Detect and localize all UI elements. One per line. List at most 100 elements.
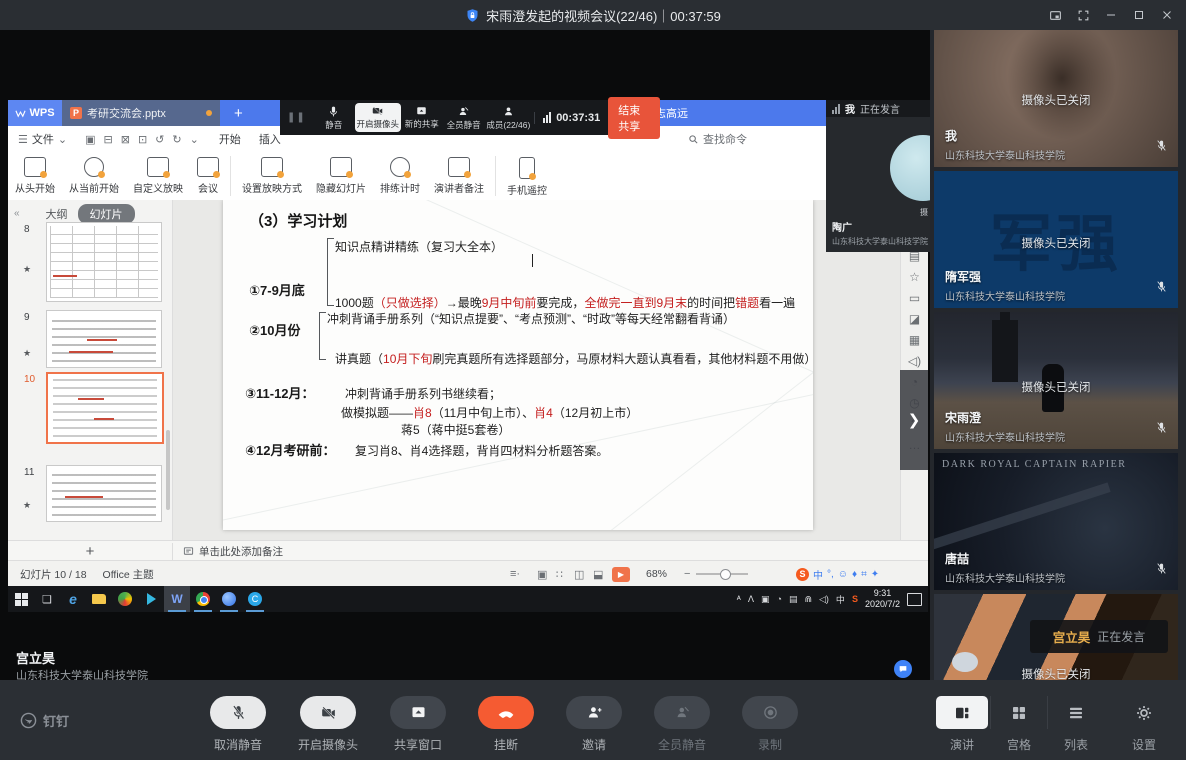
hangup-button[interactable]: 挂断 bbox=[478, 696, 534, 753]
sidebar-collapse-handle[interactable]: ❯ bbox=[900, 370, 928, 470]
floatbar-camera-button[interactable]: 开启摄像头 bbox=[355, 103, 401, 132]
ribbon-hide-slide[interactable]: 隐藏幻灯片 bbox=[309, 152, 373, 195]
ribbon-custom-show[interactable]: 自定义放映 bbox=[126, 152, 190, 195]
ribbon-from-current[interactable]: 从当前开始 bbox=[62, 152, 126, 195]
print-icon[interactable]: ⊠ bbox=[121, 133, 130, 146]
tray-sogou-icon[interactable]: S bbox=[852, 594, 858, 604]
view-grid-button[interactable]: 宫格 bbox=[991, 696, 1047, 753]
slide-thumbnail-8[interactable] bbox=[46, 222, 162, 302]
floatbar-members-button[interactable]: 成员(22/46) bbox=[485, 105, 533, 131]
dingtalk-taskbar-icon[interactable]: C bbox=[242, 586, 268, 612]
drag-handle[interactable]: ❚❚ bbox=[287, 112, 306, 123]
invite-button[interactable]: 邀请 bbox=[566, 696, 622, 753]
minimize-icon[interactable] bbox=[1100, 4, 1122, 26]
ime-punct-icon[interactable]: °, bbox=[827, 569, 834, 580]
ribbon-from-beginning[interactable]: 从头开始 bbox=[8, 152, 62, 195]
video-tile-songyucheng[interactable]: 摄像头已关闭 宋雨澄 山东科技大学泰山科技学院 bbox=[934, 312, 1178, 449]
people-tray-icon[interactable]: ᴬ bbox=[737, 594, 741, 604]
wps-taskbar-icon[interactable]: W bbox=[164, 586, 190, 612]
slide-canvas[interactable]: （3）学习计划 ①7-9月底 知识点精讲精练（复习大全本） 1000题（只做选择… bbox=[173, 200, 900, 540]
edge-icon[interactable]: e bbox=[60, 586, 86, 612]
redo-icon[interactable]: ↻ bbox=[172, 133, 181, 146]
floatbar-mute-button[interactable]: 静音 bbox=[313, 105, 355, 131]
wps-menu-home[interactable]: 开始 bbox=[219, 131, 241, 147]
undo-icon[interactable]: ↺ bbox=[155, 133, 164, 146]
zoom-percent[interactable]: 68% bbox=[646, 568, 667, 580]
rail-edit-icon[interactable]: ◪ bbox=[909, 313, 920, 325]
view-sorter-icon[interactable]: ∷ bbox=[556, 568, 563, 581]
wps-new-tab-button[interactable]: + bbox=[234, 105, 243, 122]
panel-tab-slides[interactable]: 幻灯片 bbox=[78, 204, 135, 224]
more-tools-icon[interactable]: ⌄ bbox=[190, 133, 199, 146]
panel-scrollbar[interactable] bbox=[166, 430, 170, 510]
tray-ime-icon[interactable]: 中 bbox=[836, 593, 845, 606]
settings-button[interactable]: 设置 bbox=[1116, 696, 1172, 753]
rail-image-icon[interactable]: ▦ bbox=[909, 334, 920, 346]
panel-tab-outline[interactable]: 大纲 bbox=[46, 206, 68, 222]
close-icon[interactable] bbox=[1156, 4, 1178, 26]
view-speaker-button[interactable]: 演讲 bbox=[934, 696, 990, 753]
ime-mic-icon[interactable]: ♦ bbox=[852, 569, 857, 580]
ribbon-setup-show[interactable]: 设置放映方式 bbox=[235, 152, 309, 195]
view-normal-icon[interactable]: ▣ bbox=[537, 568, 547, 581]
theme-name[interactable]: Office 主题 bbox=[103, 567, 154, 582]
notes-toggle-icon[interactable]: ≡· bbox=[510, 568, 520, 580]
video-app-icon[interactable] bbox=[138, 586, 164, 612]
slide-thumbnail-11[interactable] bbox=[46, 465, 162, 522]
zoom-out-icon[interactable]: − bbox=[684, 568, 690, 580]
browser-blue-icon[interactable] bbox=[216, 586, 242, 612]
slide-thumbnail-9[interactable] bbox=[46, 310, 162, 368]
add-slide-button[interactable]: + bbox=[8, 543, 173, 560]
slideshow-play-button[interactable]: ▶ bbox=[612, 567, 630, 582]
collapse-panel-icon[interactable]: « bbox=[14, 208, 20, 219]
notes-placeholder-row[interactable]: 单击此处添加备注 bbox=[183, 544, 283, 559]
file-explorer-icon[interactable] bbox=[86, 586, 112, 612]
video-tile-tangzhe[interactable]: DARK ROYAL CAPTAIN RAPIER 唐喆 山东科技大学泰山科技学… bbox=[934, 453, 1178, 590]
floatbar-new-share-button[interactable]: 新的共享 bbox=[401, 105, 443, 130]
compact-mode-icon[interactable] bbox=[1044, 4, 1066, 26]
fullscreen-icon[interactable] bbox=[1072, 4, 1094, 26]
zoom-slider[interactable] bbox=[696, 573, 748, 575]
current-slide[interactable]: （3）学习计划 ①7-9月底 知识点精讲精练（复习大全本） 1000题（只做选择… bbox=[223, 200, 813, 530]
camera-on-button[interactable]: 开启摄像头 bbox=[298, 696, 358, 753]
wps-document-tab[interactable]: P 考研交流会.pptx bbox=[62, 100, 220, 126]
wps-menu-insert[interactable]: 插入 bbox=[259, 131, 281, 147]
tray-folder-icon[interactable]: ▤ bbox=[789, 594, 798, 605]
share-window-button[interactable]: 共享窗口 bbox=[390, 696, 446, 753]
ime-keyboard-icon[interactable]: ⌗ bbox=[861, 569, 867, 580]
chat-bubble-button[interactable] bbox=[894, 660, 912, 678]
wps-search[interactable]: 查找命令 bbox=[688, 131, 747, 147]
mute-all-button[interactable]: 全员静音 bbox=[654, 696, 710, 753]
tray-volume-icon[interactable]: ◁) bbox=[819, 594, 829, 605]
taskbar-clock[interactable]: 9:312020/7/2 bbox=[865, 588, 900, 611]
rail-textbox-icon[interactable]: ▭ bbox=[909, 292, 920, 304]
output-icon[interactable]: ⊟ bbox=[104, 133, 113, 146]
chrome-icon[interactable] bbox=[190, 586, 216, 612]
ribbon-phone-control[interactable]: 手机遥控 bbox=[500, 152, 554, 197]
preview-icon[interactable]: ⊡ bbox=[138, 133, 147, 146]
ribbon-meeting[interactable]: 会议 bbox=[190, 152, 226, 195]
ribbon-rehearse[interactable]: 排练计时 bbox=[373, 152, 427, 195]
tray-shield-icon[interactable]: ▣ bbox=[761, 594, 770, 605]
hamburger-icon[interactable]: ☰ bbox=[18, 133, 28, 146]
ribbon-speaker-notes[interactable]: 演讲者备注 bbox=[427, 152, 491, 195]
sogou-icon[interactable]: S bbox=[796, 568, 809, 581]
task-view-icon[interactable]: ❏ bbox=[34, 586, 60, 612]
browser-360-icon[interactable] bbox=[112, 586, 138, 612]
wps-logo[interactable]: WPS bbox=[8, 100, 62, 126]
ime-emoji-icon[interactable]: ☺ bbox=[838, 569, 848, 580]
ime-skin-icon[interactable]: ✦ bbox=[871, 569, 879, 580]
video-tile-suijunqiang[interactable]: 军强 摄像头已关闭 隋军强 山东科技大学泰山科技学院 bbox=[934, 171, 1178, 308]
maximize-icon[interactable] bbox=[1128, 4, 1150, 26]
action-center-icon[interactable] bbox=[907, 593, 922, 606]
video-tile-me[interactable]: 摄像头已关闭 我 山东科技大学泰山科技学院 bbox=[934, 30, 1178, 167]
slide-thumbnail-10-selected[interactable] bbox=[46, 372, 164, 444]
tray-cloud-icon[interactable]: ◔ bbox=[777, 594, 782, 604]
rail-favorite-icon[interactable]: ☆ bbox=[909, 271, 920, 283]
save-icon[interactable]: ▣ bbox=[85, 133, 95, 146]
view-list-button[interactable]: 列表 bbox=[1048, 696, 1104, 753]
wps-menu-file[interactable]: 文件 bbox=[32, 131, 54, 147]
ime-lang[interactable]: 中 bbox=[813, 567, 823, 582]
rail-sound-icon[interactable]: ◁) bbox=[908, 355, 921, 367]
floatbar-mute-all-button[interactable]: 全员静音 bbox=[443, 105, 485, 131]
